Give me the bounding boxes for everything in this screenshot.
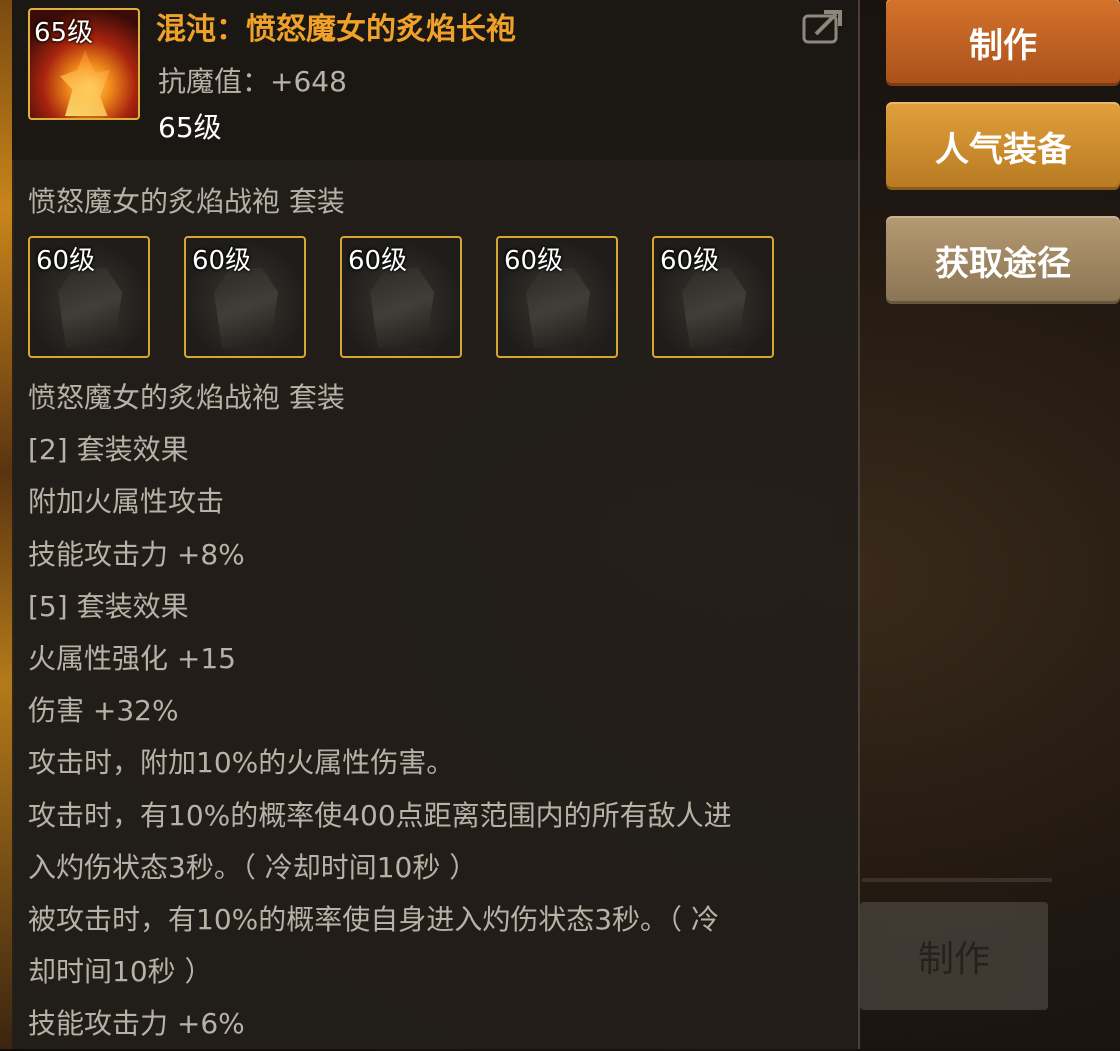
set-item-level: 60级 xyxy=(660,246,720,276)
effect-line: [5] 套装效果 xyxy=(28,589,189,623)
share-export-icon[interactable] xyxy=(802,8,844,44)
item-icon[interactable]: 65级 xyxy=(28,8,140,120)
tooltip-header: 65级 混沌：愤怒魔女的炙焰长袍 抗魔值：+648 65级 xyxy=(12,0,858,160)
effect-line: 火属性强化 +15 xyxy=(28,642,236,676)
effect-line: 技能攻击力 +8% xyxy=(28,537,245,571)
background-divider xyxy=(862,878,1052,882)
set-item-legs[interactable]: 60级 xyxy=(340,236,462,358)
set-heading: 愤怒魔女的炙焰战袍 套装 xyxy=(28,185,345,218)
background-craft-button: 制作 xyxy=(860,902,1048,1010)
flame-icon xyxy=(60,50,110,116)
shoulder-armor-icon xyxy=(214,268,278,348)
effect-line: 被攻击时，有10%的概率使自身进入灼伤状态3秒。（ 冷 xyxy=(28,903,719,937)
effect-line: 攻击时，有10%的概率使400点距离范围内的所有敌人进 xyxy=(28,798,732,832)
effect-line: 技能攻击力 +6% xyxy=(28,1007,245,1041)
set-item-level: 60级 xyxy=(36,246,96,276)
effect-line: 伤害 +32% xyxy=(28,694,179,728)
set-item-shoulder[interactable]: 60级 xyxy=(184,236,306,358)
set-item-shoes[interactable]: 60级 xyxy=(652,236,774,358)
belt-icon xyxy=(526,268,590,348)
effect-line: 入灼伤状态3秒。（ 冷却时间10秒 ） xyxy=(28,850,478,884)
item-level: 65级 xyxy=(158,111,222,144)
set-item-chest[interactable]: 60级 xyxy=(28,236,150,358)
item-tooltip: 65级 混沌：愤怒魔女的炙焰长袍 抗魔值：+648 65级 愤怒魔女的炙焰战袍 … xyxy=(12,0,860,1049)
item-icon-level: 65级 xyxy=(34,18,94,48)
acquisition-source-button[interactable]: 获取途径 xyxy=(886,216,1120,304)
resist-value: 抗魔值：+648 xyxy=(158,65,347,98)
craft-button[interactable]: 制作 xyxy=(886,0,1120,86)
set-item-level: 60级 xyxy=(192,246,252,276)
leg-armor-icon xyxy=(370,268,434,348)
popular-equipment-button[interactable]: 人气装备 xyxy=(886,102,1120,190)
set-item-level: 60级 xyxy=(504,246,564,276)
item-title: 混沌：愤怒魔女的炙焰长袍 xyxy=(156,12,516,47)
effect-line: 愤怒魔女的炙焰战袍 套装 xyxy=(28,381,345,414)
effect-line: [2] 套装效果 xyxy=(28,433,189,467)
effect-line: 附加火属性攻击 xyxy=(28,485,225,519)
shoes-icon xyxy=(682,268,746,348)
effect-line: 却时间10秒 ） xyxy=(28,955,213,989)
set-effects: 愤怒魔女的炙焰战袍 套装 [2] 套装效果 附加火属性攻击 技能攻击力 +8% … xyxy=(28,372,848,1051)
set-item-level: 60级 xyxy=(348,246,408,276)
effect-line: 攻击时，附加10%的火属性伤害。 xyxy=(28,746,455,780)
set-item-belt[interactable]: 60级 xyxy=(496,236,618,358)
chest-armor-icon xyxy=(58,268,122,348)
